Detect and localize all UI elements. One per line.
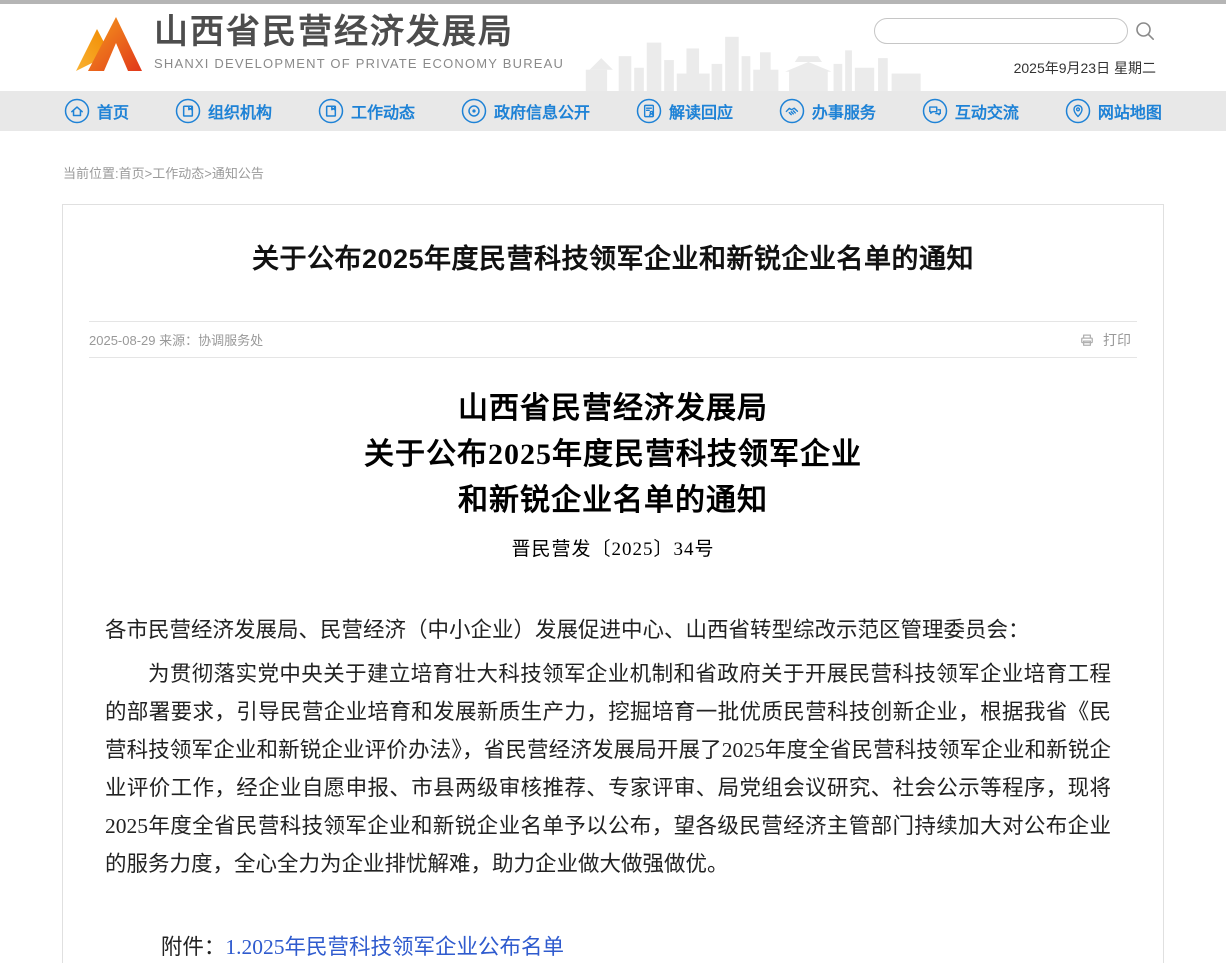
eye-icon — [461, 98, 487, 124]
print-button[interactable]: 打印 — [1072, 329, 1137, 351]
breadcrumb-prefix: 当前位置: — [63, 166, 119, 181]
nav-label: 组织机构 — [208, 99, 272, 123]
document-heading: 山西省民营经济发展局 关于公布2025年度民营科技领军企业 和新锐企业名单的通知… — [63, 386, 1163, 561]
home-icon — [64, 98, 90, 124]
attachments-section: 附件： 1.2025年民营科技领军企业公布名单 2.2025年民营科技新锐企业公… — [105, 927, 1111, 963]
doc-title-line1: 山西省民营经济发展局 — [63, 386, 1163, 432]
current-date: 2025年9月23日 星期二 — [874, 58, 1156, 78]
site-title: 山西省民营经济发展局 — [154, 12, 564, 52]
news-icon — [318, 98, 344, 124]
nav-label: 政府信息公开 — [494, 99, 590, 123]
article-meta: 2025-08-29 来源：协调服务处 打印 — [89, 321, 1137, 358]
breadcrumb: 当前位置:首页>工作动态>通知公告 — [63, 163, 1226, 182]
breadcrumb-work-news[interactable]: 工作动态 — [152, 166, 204, 181]
article-date: 2025-08-29 — [89, 333, 156, 348]
map-pin-icon — [1065, 98, 1091, 124]
chat-icon — [922, 98, 948, 124]
doc-title-line3: 和新锐企业名单的通知 — [63, 478, 1163, 524]
nav-item-sitemap[interactable]: 网站地图 — [1065, 98, 1162, 124]
article-card: 关于公布2025年度民营科技领军企业和新锐企业名单的通知 2025-08-29 … — [62, 204, 1164, 963]
nav-label: 互动交流 — [955, 99, 1019, 123]
print-label: 打印 — [1103, 330, 1131, 350]
document-person-icon — [636, 98, 662, 124]
search-input[interactable] — [874, 18, 1128, 44]
nav-item-services[interactable]: 办事服务 — [779, 98, 876, 124]
breadcrumb-notices[interactable]: 通知公告 — [212, 166, 264, 181]
site-logo[interactable]: 山西省民营经济发展局 SHANXI DEVELOPMENT OF PRIVATE… — [74, 12, 564, 74]
nav-label: 工作动态 — [351, 99, 415, 123]
attachment-link-1[interactable]: 1.2025年民营科技领军企业公布名单 — [225, 927, 564, 963]
document-body: 各市民营经济发展局、民营经济（中小企业）发展促进中心、山西省转型综改示范区管理委… — [105, 611, 1111, 883]
nav-item-interaction[interactable]: 互动交流 — [922, 98, 1019, 124]
nav-label: 解读回应 — [669, 99, 733, 123]
site-subtitle: SHANXI DEVELOPMENT OF PRIVATE ECONOMY BU… — [154, 56, 564, 71]
body-paragraph: 为贯彻落实党中央关于建立培育壮大科技领军企业机制和省政府关于开展民营科技领军企业… — [105, 655, 1111, 883]
nav-item-news[interactable]: 工作动态 — [318, 98, 415, 124]
organization-icon — [175, 98, 201, 124]
logo-mountain-icon — [74, 12, 144, 74]
nav-label: 办事服务 — [812, 99, 876, 123]
site-header: 山西省民营经济发展局 SHANXI DEVELOPMENT OF PRIVATE… — [0, 4, 1226, 91]
article-source: 来源：协调服务处 — [159, 333, 263, 348]
doc-number: 晋民营发〔2025〕34号 — [63, 534, 1163, 561]
page-title: 关于公布2025年度民营科技领军企业和新锐企业名单的通知 — [63, 243, 1163, 275]
nav-item-home[interactable]: 首页 — [64, 98, 129, 124]
attachment-label: 附件： — [161, 927, 226, 963]
printer-icon — [1078, 331, 1096, 349]
doc-title-line2: 关于公布2025年度民营科技领军企业 — [63, 432, 1163, 478]
breadcrumb-separator: > — [204, 166, 212, 181]
nav-item-gov-info[interactable]: 政府信息公开 — [461, 98, 590, 124]
main-nav: 首页 组织机构 工作动态 政府信息公开 — [0, 91, 1226, 131]
nav-label: 首页 — [97, 99, 129, 123]
salutation: 各市民营经济发展局、民营经济（中小企业）发展促进中心、山西省转型综改示范区管理委… — [105, 611, 1111, 649]
handshake-icon — [779, 98, 805, 124]
search-button[interactable] — [1134, 20, 1156, 42]
nav-item-interpretation[interactable]: 解读回应 — [636, 98, 733, 124]
breadcrumb-home[interactable]: 首页 — [119, 166, 145, 181]
nav-label: 网站地图 — [1098, 99, 1162, 123]
nav-item-organization[interactable]: 组织机构 — [175, 98, 272, 124]
search-icon — [1134, 20, 1156, 42]
